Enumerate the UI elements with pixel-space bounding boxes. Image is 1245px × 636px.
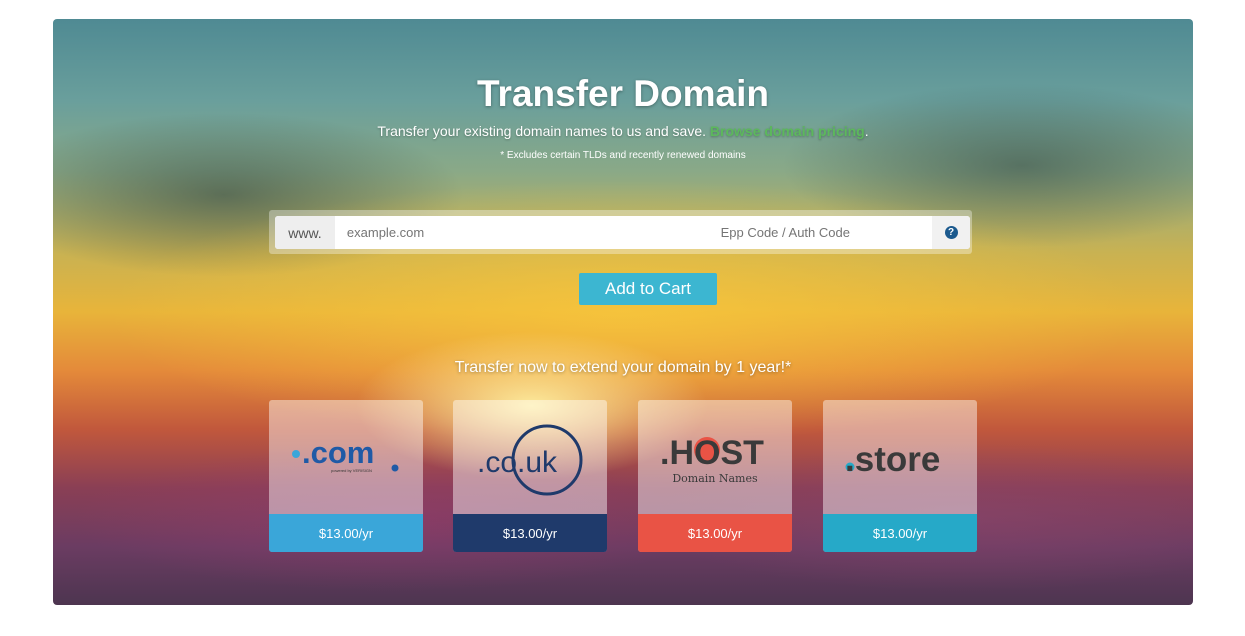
tld-card-host[interactable]: .HOST Domain Names $13.00/yr — [638, 400, 792, 552]
tld-price-host: $13.00/yr — [638, 514, 792, 552]
promo-text: Transfer now to extend your domain by 1 … — [454, 359, 792, 376]
transfer-banner: Transfer Domain Transfer your existing d… — [53, 19, 1193, 605]
tld-price-com: $13.00/yr — [269, 514, 423, 552]
epp-code-input[interactable] — [638, 216, 933, 249]
add-to-cart-button[interactable]: Add to Cart — [579, 273, 717, 305]
domain-input[interactable] — [334, 216, 639, 249]
subtitle-suffix: . — [864, 123, 869, 139]
footnote: * Excludes certain TLDs and recently ren… — [500, 150, 746, 161]
host-logo-sub: Domain Names — [672, 472, 758, 485]
store-logo-text: .store — [845, 440, 940, 479]
tld-price-couk: $13.00/yr — [453, 514, 607, 552]
subtitle: Transfer your existing domain names to u… — [53, 123, 1193, 139]
search-bar: www. ? — [275, 216, 970, 249]
com-logo-sub: powered by VERISIGN — [331, 468, 372, 473]
couk-logo-text: .co.uk — [477, 446, 558, 479]
store-logo: .store — [823, 400, 977, 514]
host-logo-text: .HOST — [660, 434, 764, 472]
couk-logo: .co.uk — [453, 400, 607, 514]
tld-price-store: $13.00/yr — [823, 514, 977, 552]
www-prefix: www. — [275, 216, 335, 249]
transfer-form: www. ? — [269, 210, 972, 254]
host-logo: .HOST Domain Names — [638, 400, 792, 514]
com-logo: .com powered by VERISIGN — [269, 400, 423, 514]
subtitle-text: Transfer your existing domain names to u… — [377, 123, 707, 139]
page-title: Transfer Domain — [477, 73, 769, 114]
help-button[interactable]: ? — [932, 216, 970, 249]
tld-card-couk[interactable]: .co.uk $13.00/yr — [453, 400, 607, 552]
question-icon: ? — [944, 226, 958, 239]
browse-pricing-link[interactable]: Browse domain pricing — [710, 123, 865, 139]
com-logo-text: .com — [302, 435, 374, 470]
tld-card-store[interactable]: .store $13.00/yr — [823, 400, 977, 552]
tld-card-com[interactable]: .com powered by VERISIGN $13.00/yr — [269, 400, 423, 552]
